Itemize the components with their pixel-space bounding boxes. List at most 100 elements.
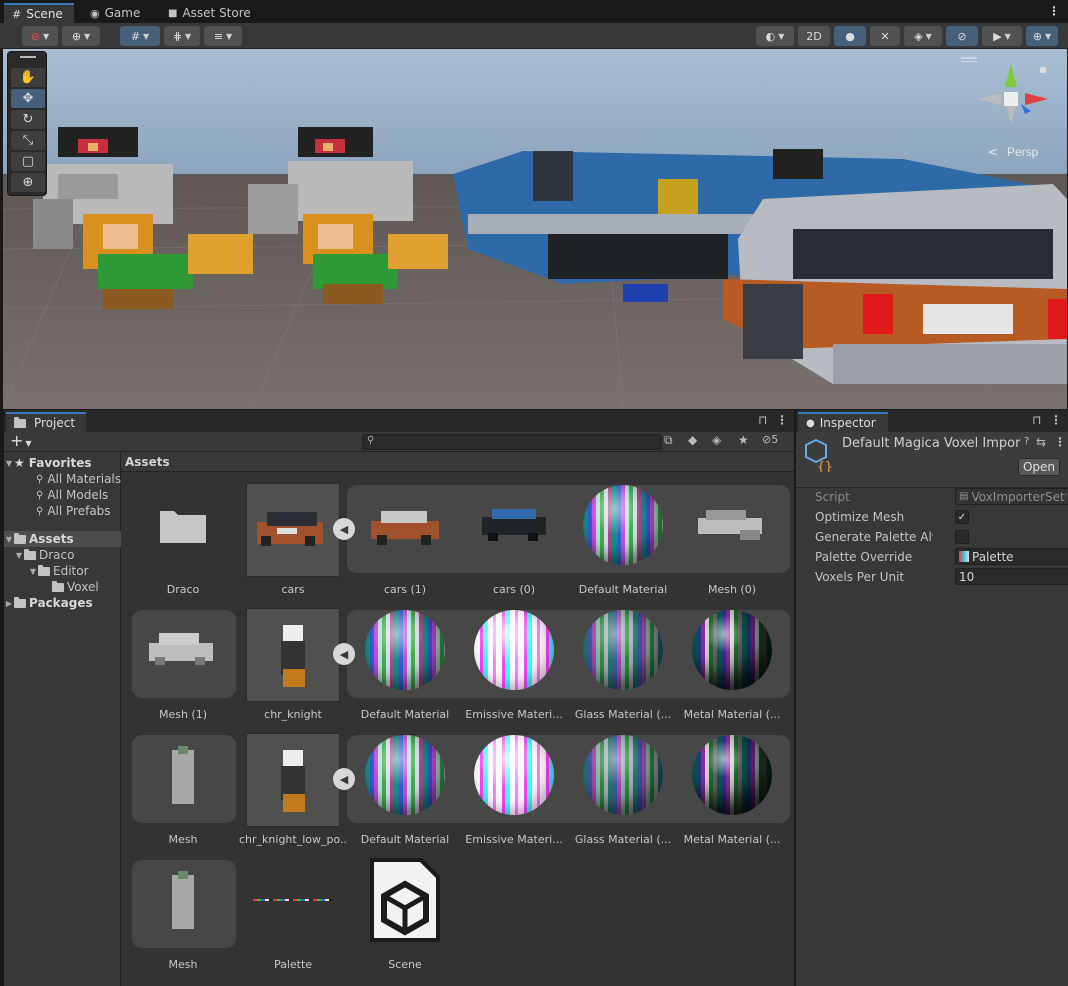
asset-item-emissive-material[interactable]: Emissive Materi... <box>460 610 568 730</box>
scene-viewport[interactable]: Persp < <box>3 49 1067 409</box>
expand-arrow-icon[interactable]: ▼ <box>14 551 24 560</box>
tab-scene-label: Scene <box>26 7 63 21</box>
generate-palette-checkbox[interactable] <box>955 530 969 544</box>
asset-item-draco-folder[interactable]: Draco <box>129 485 237 605</box>
asset-item-glass-material-2[interactable]: Glass Material (... <box>569 735 677 855</box>
asset-item-mesh-1[interactable]: Mesh (1) <box>129 610 237 730</box>
create-menu-button[interactable]: + ▼ <box>10 433 32 452</box>
asset-item-metal-material-2[interactable]: Metal Material (... <box>678 735 786 855</box>
panel-menu-icon[interactable]: ⋮ <box>1050 413 1062 427</box>
scale-tool-button[interactable]: ⤡ <box>11 131 45 150</box>
lighting-toggle[interactable]: ● <box>834 26 866 46</box>
breadcrumb-assets[interactable]: Assets <box>125 455 170 469</box>
audio-toggle[interactable]: ✕ <box>870 26 900 46</box>
overlay-drag-handle[interactable] <box>20 56 36 58</box>
more-options-icon[interactable]: ⋮ <box>1048 4 1060 18</box>
tab-asset-store[interactable]: ■ Asset Store <box>160 3 260 23</box>
move-tool-button[interactable]: ✥ <box>11 89 45 108</box>
camera-dropdown[interactable]: ▶ ▼ <box>982 26 1022 46</box>
search-by-type-icon[interactable]: ⧉ <box>664 433 673 448</box>
optimize-mesh-checkbox[interactable]: ✓ <box>955 510 969 524</box>
asset-item-glass-material[interactable]: Glass Material (... <box>569 610 677 730</box>
grid-snap-dropdown[interactable]: # ▼ <box>120 26 160 46</box>
window-tab-bar: # Scene ◉ Game ■ Asset Store ⋮ <box>0 0 1068 23</box>
tab-game[interactable]: ◉ Game <box>82 3 152 23</box>
scene-visibility-toggle[interactable]: ⊘ <box>946 26 978 46</box>
palette-override-field[interactable]: Palette ⊙ <box>955 548 1068 565</box>
preset-sliders-icon[interactable]: ⇆ <box>1036 435 1046 449</box>
asset-item-default-material-2[interactable]: Default Material <box>351 610 459 730</box>
expand-arrow-icon[interactable]: ▼ <box>4 459 14 468</box>
incremental-snap-dropdown[interactable]: ≡ ▼ <box>204 26 242 46</box>
label-tag-icon[interactable]: ◈ <box>712 433 721 447</box>
asset-label: Metal Material (... <box>683 833 781 846</box>
tree-favorites[interactable]: ▼ ★ Favorites <box>4 455 121 471</box>
2d-toggle[interactable]: 2D <box>798 26 830 46</box>
checkmark-icon: ✓ <box>957 511 967 523</box>
persp-label[interactable]: Persp <box>1007 145 1039 159</box>
tree-fav-all-models[interactable]: ⚲ All Models <box>4 487 121 503</box>
lock-icon[interactable]: ⊓ <box>1032 413 1041 427</box>
open-button[interactable]: Open <box>1018 458 1060 476</box>
rotate-tool-button[interactable]: ↻ <box>11 110 45 129</box>
hand-icon: ✋ <box>19 70 37 85</box>
overlay-menu-icon[interactable] <box>961 57 977 59</box>
chr-knight-low-poly-thumbnail[interactable] <box>246 733 340 827</box>
hidden-packages-toggle[interactable]: ⊘5 <box>762 433 778 446</box>
asset-item-mesh-2[interactable]: Mesh <box>129 860 237 980</box>
panel-menu-icon[interactable]: ⋮ <box>776 413 788 427</box>
asset-item-mesh-0[interactable]: Mesh (0) <box>678 485 786 605</box>
lock-icon[interactable]: ⊓ <box>758 413 767 427</box>
layers-icon: ◈ <box>914 29 923 43</box>
chr-knight-thumbnail[interactable] <box>246 608 340 702</box>
asset-item-palette[interactable]: Palette <box>239 860 347 980</box>
component-menu-icon[interactable]: ⋮ <box>1054 435 1066 449</box>
asset-item-cars-0[interactable]: cars (0) <box>460 485 568 605</box>
tab-project[interactable]: Project <box>6 412 86 432</box>
snap-increment-dropdown[interactable]: ⋕ ▼ <box>164 26 200 46</box>
global-dropdown[interactable]: ⊕ ▼ <box>62 26 100 46</box>
expand-arrow-icon[interactable]: ▼ <box>28 567 38 576</box>
tab-inspector[interactable]: ● Inspector <box>798 412 888 432</box>
collapse-arrow-icon[interactable]: ▶ <box>4 599 14 608</box>
tree-item-label: Editor <box>53 564 89 578</box>
ruler-icon: ≡ <box>213 29 224 43</box>
tree-fav-all-materials[interactable]: ⚲ All Materials <box>4 471 121 487</box>
filter-by-type-icon[interactable]: ◆ <box>688 433 697 447</box>
asset-item-emissive-material-2[interactable]: Emissive Materi... <box>460 735 568 855</box>
asset-item-scene[interactable]: Scene <box>351 858 459 980</box>
tree-favorites-label: Favorites <box>28 456 92 470</box>
help-icon[interactable]: ? <box>1024 436 1029 447</box>
tree-fav-all-prefabs[interactable]: ⚲ All Prefabs <box>4 503 121 519</box>
transform-tool-button[interactable]: ⊕ <box>11 173 45 192</box>
tree-assets[interactable]: ▼ Assets <box>4 531 121 547</box>
favorite-star-icon[interactable]: ★ <box>738 433 749 447</box>
asset-item-default-material-3[interactable]: Default Material <box>351 735 459 855</box>
asset-item-metal-material[interactable]: Metal Material (... <box>678 610 786 730</box>
expand-arrow-icon[interactable]: ▼ <box>4 535 14 544</box>
tree-editor[interactable]: ▼ Editor <box>4 563 121 579</box>
cars-model-thumbnail[interactable] <box>246 483 340 577</box>
info-icon: ● <box>806 417 815 429</box>
tab-scene[interactable]: # Scene <box>4 3 74 23</box>
draw-mode-dropdown[interactable]: ⊘ ▼ <box>22 26 58 46</box>
asset-item-default-material[interactable]: Default Material <box>569 485 677 605</box>
asset-item-cars-1[interactable]: cars (1) <box>351 485 459 605</box>
tree-packages[interactable]: ▶ Packages <box>4 595 121 611</box>
asset-label: Palette <box>273 958 313 971</box>
folder-open-icon <box>24 548 36 560</box>
search-input[interactable]: ⚲ <box>362 434 662 450</box>
hand-tool-button[interactable]: ✋ <box>11 68 45 87</box>
effects-dropdown[interactable]: ◈ ▼ <box>904 26 942 46</box>
tree-voxel[interactable]: Voxel <box>4 579 121 595</box>
shading-mode-dropdown[interactable]: ◐ ▼ <box>756 26 794 46</box>
rect-tool-button[interactable]: ▢ <box>11 152 45 171</box>
gizmos-dropdown[interactable]: ⊕ ▼ <box>1026 26 1058 46</box>
asset-item-mesh[interactable]: Mesh <box>129 735 237 855</box>
folder-icon <box>52 580 64 592</box>
asset-label: Default Material <box>360 833 450 846</box>
project-panel-header: Project ⊓ ⋮ <box>4 410 794 432</box>
transform-icon: ⊕ <box>22 175 34 190</box>
voxels-per-unit-field[interactable]: 10 <box>955 568 1068 585</box>
tree-draco[interactable]: ▼ Draco <box>4 547 121 563</box>
